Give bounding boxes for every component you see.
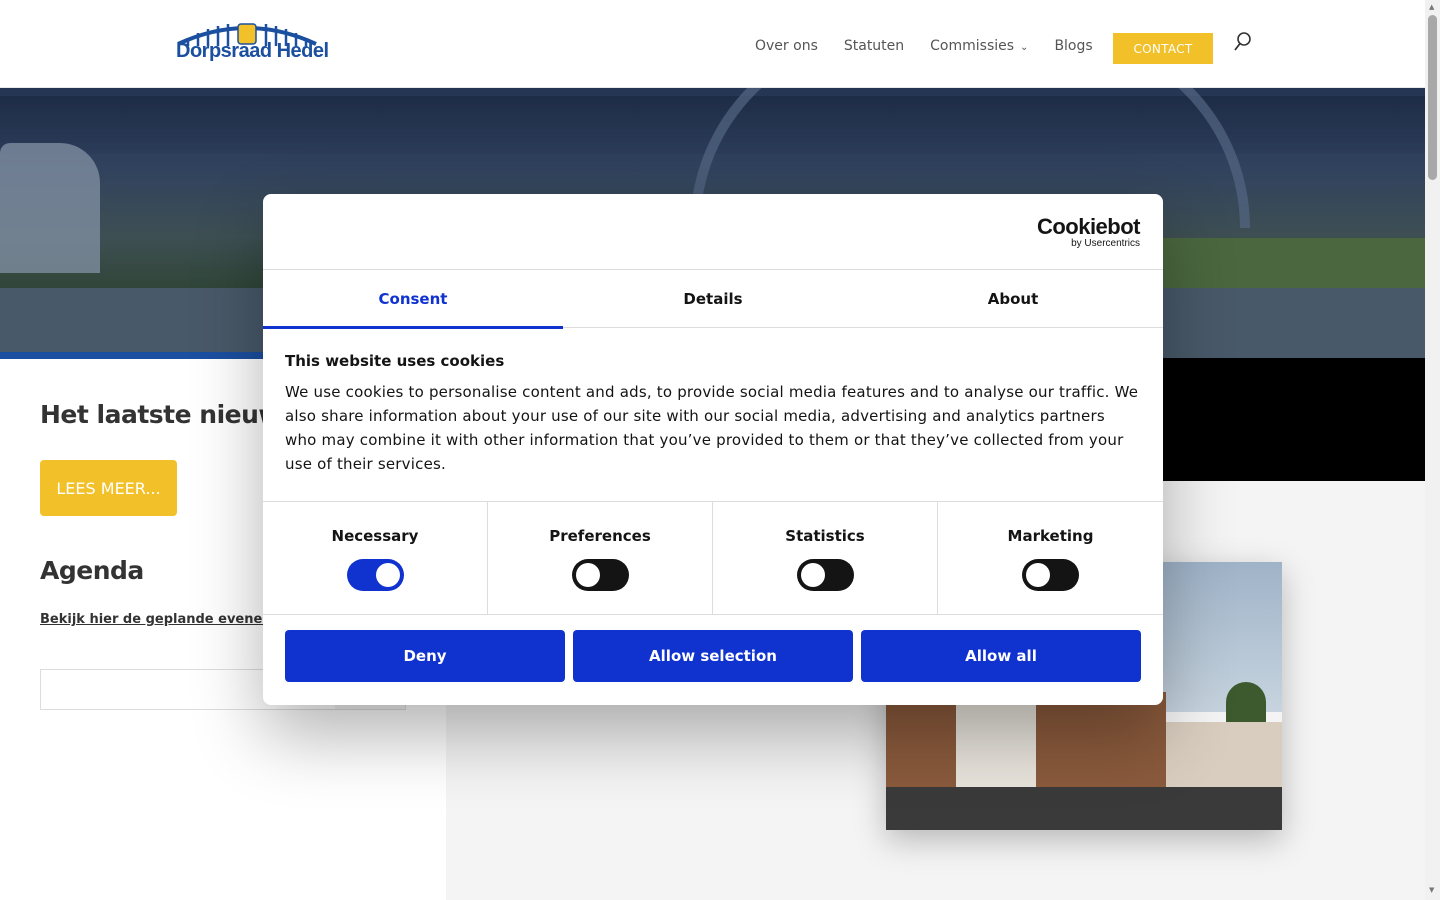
tab-about[interactable]: About — [863, 270, 1163, 328]
category-label: Necessary — [331, 527, 419, 545]
contact-button[interactable]: CONTACT — [1113, 33, 1213, 64]
dialog-tabs: Consent Details About — [263, 270, 1163, 329]
scroll-down-icon[interactable]: ▼ — [1429, 886, 1434, 894]
dialog-body: This website uses cookies We use cookies… — [285, 352, 1141, 476]
site-header: Dorpsraad Hedel Over ons Statuten Commis… — [0, 0, 1425, 88]
category-label: Marketing — [1007, 527, 1094, 545]
tab-consent[interactable]: Consent — [263, 270, 563, 329]
agenda-link[interactable]: Bekijk hier de geplande evenem — [40, 612, 276, 627]
cookie-categories: Necessary Preferences Statistics Marketi… — [263, 501, 1163, 615]
hero-accent-strip — [0, 352, 265, 359]
allow-all-button[interactable]: Allow all — [861, 630, 1141, 682]
category-marketing: Marketing — [938, 502, 1163, 614]
necessary-toggle[interactable] — [346, 559, 404, 591]
photo-house-facade — [956, 702, 1036, 792]
search-icon[interactable] — [1233, 31, 1253, 53]
news-heading: Het laatste nieuws — [40, 400, 296, 429]
dialog-text: We use cookies to personalise content an… — [285, 383, 1139, 473]
photo-street — [886, 787, 1282, 830]
dialog-title: This website uses cookies — [285, 352, 505, 370]
tab-details[interactable]: Details — [563, 270, 863, 328]
allow-selection-button[interactable]: Allow selection — [573, 630, 853, 682]
toggle-knob — [1026, 563, 1050, 587]
cookiebot-logo-name: Cookiebot — [1036, 214, 1141, 239]
toggle-knob — [575, 563, 600, 587]
marketing-toggle[interactable] — [1022, 559, 1079, 591]
read-more-button[interactable]: LEES MEER... — [40, 460, 177, 516]
cookie-consent-dialog: Cookiebot by Usercentrics Consent Detail… — [263, 194, 1163, 705]
deny-button[interactable]: Deny — [285, 630, 565, 682]
nav-item-statuten[interactable]: Statuten — [844, 38, 904, 54]
main-nav: Over ons Statuten Commissies ⌄ Blogs — [755, 38, 1119, 54]
dialog-buttons: Deny Allow selection Allow all — [285, 630, 1141, 682]
category-label: Statistics — [785, 527, 865, 545]
statistics-toggle[interactable] — [796, 559, 854, 591]
agenda-heading: Agenda — [40, 556, 144, 585]
preferences-toggle[interactable] — [571, 559, 629, 591]
logo-text: Dorpsraad Hedel — [176, 40, 329, 62]
scroll-up-icon[interactable]: ▲ — [1429, 3, 1434, 11]
photo-houses-row — [1166, 722, 1282, 787]
toggle-knob — [800, 563, 825, 587]
chevron-down-icon: ⌄ — [1020, 42, 1029, 53]
black-band — [1163, 358, 1425, 481]
nav-item-commissies[interactable]: Commissies ⌄ — [930, 38, 1028, 54]
nav-item-blogs[interactable]: Blogs — [1054, 38, 1092, 54]
category-statistics: Statistics — [713, 502, 938, 614]
nav-item-over-ons[interactable]: Over ons — [755, 38, 818, 54]
cookiebot-logo[interactable]: Cookiebot by Usercentrics — [1036, 214, 1141, 250]
category-label: Preferences — [549, 527, 651, 545]
cookiebot-logo-sub: by Usercentrics — [1071, 238, 1140, 249]
page-scrollbar[interactable]: ▲ ▼ — [1425, 0, 1440, 900]
dialog-header: Cookiebot by Usercentrics — [263, 194, 1163, 270]
site-logo[interactable]: Dorpsraad Hedel — [176, 18, 329, 66]
nav-item-commissies-label: Commissies — [930, 38, 1015, 54]
scrollbar-thumb[interactable] — [1428, 15, 1437, 180]
toggle-knob — [375, 563, 400, 587]
category-preferences: Preferences — [488, 502, 713, 614]
category-necessary: Necessary — [263, 502, 488, 614]
